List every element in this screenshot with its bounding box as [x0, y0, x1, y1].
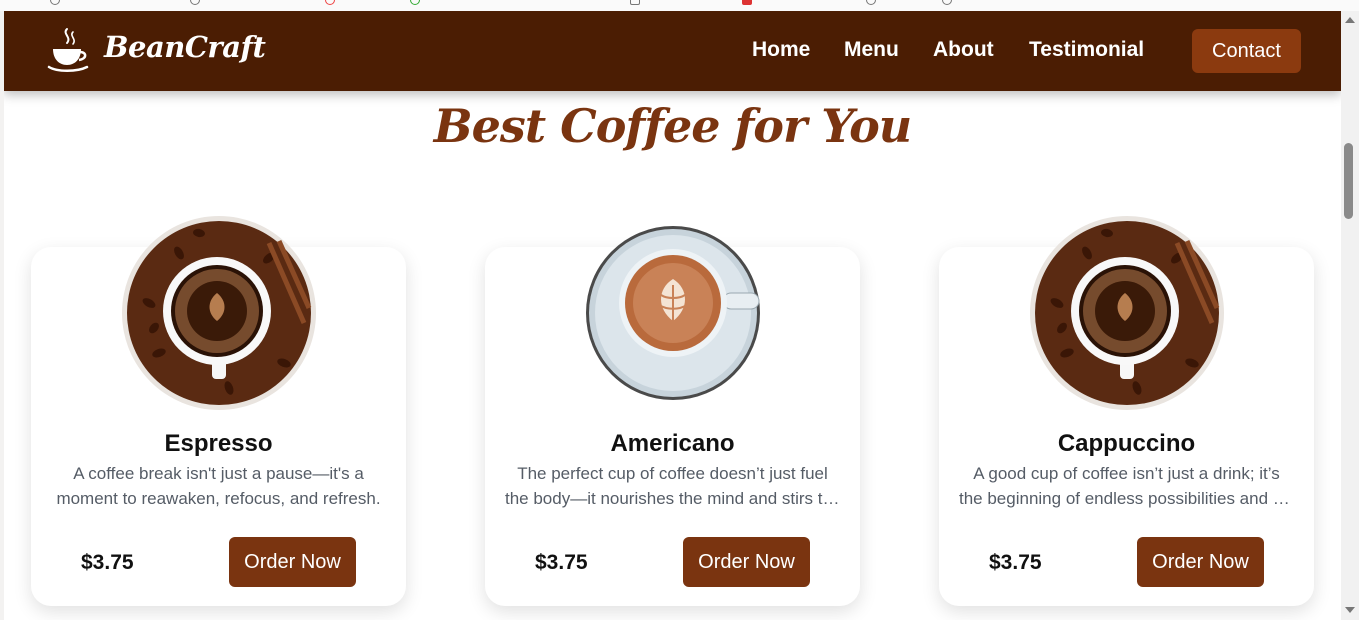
nav-link-home[interactable]: Home	[752, 38, 810, 62]
product-card-americano: Americano The perfect cup of coffee does…	[485, 226, 860, 606]
bookmark-icon[interactable]	[190, 0, 200, 5]
order-now-button[interactable]: Order Now	[1137, 537, 1264, 587]
product-price: $3.75	[81, 551, 134, 574]
product-description-line: The perfect cup of coffee doesn’t just f…	[517, 464, 828, 483]
product-card-cappuccino: Cappuccino A good cup of coffee isn’t ju…	[939, 216, 1314, 606]
product-description-line: A coffee break isn't just a pause—it's a	[73, 464, 364, 483]
nav-link-testimonial[interactable]: Testimonial	[1029, 38, 1144, 62]
section-title: Best Coffee for You	[433, 99, 912, 153]
vertical-scrollbar[interactable]	[1341, 11, 1359, 620]
latte-art-cup-icon	[573, 213, 773, 413]
page-viewport: BeanCraft Home Menu About Testimonial Co…	[4, 11, 1341, 620]
brand-logo-text[interactable]: BeanCraft	[104, 30, 266, 64]
bookmarks-bar	[0, 0, 1359, 11]
bookmark-icon[interactable]	[742, 0, 752, 5]
coffee-cup-icon[interactable]	[47, 27, 89, 75]
coffee-beans-cup-icon	[119, 213, 319, 413]
product-price: $3.75	[535, 551, 588, 574]
product-description: A good cup of coffee isn’t just a drink;…	[959, 461, 1294, 511]
bookmark-icon[interactable]	[325, 0, 335, 5]
navbar: BeanCraft Home Menu About Testimonial Co…	[4, 11, 1341, 91]
product-name: Cappuccino	[1057, 430, 1196, 457]
bookmark-icon[interactable]	[410, 0, 420, 5]
product-description-line: A good cup of coffee isn’t just a drink;…	[973, 464, 1280, 483]
bookmark-icon[interactable]	[630, 0, 640, 5]
product-description-line: the body—it nourishes the mind and stirs…	[505, 489, 840, 508]
scrollbar-thumb[interactable]	[1344, 143, 1353, 219]
order-now-button[interactable]: Order Now	[683, 537, 810, 587]
nav-link-menu[interactable]: Menu	[844, 38, 899, 62]
product-price: $3.75	[989, 551, 1042, 574]
scroll-up-arrow-icon[interactable]	[1345, 17, 1355, 23]
product-description: A coffee break isn't just a pause—it's a…	[51, 461, 386, 511]
product-description-line: moment to reawaken, refocus, and refresh…	[56, 489, 381, 508]
product-name: Americano	[610, 430, 735, 457]
contact-button[interactable]: Contact	[1192, 29, 1301, 73]
product-description-line: the beginning of endless possibilities a…	[959, 489, 1294, 508]
bookmark-icon[interactable]	[942, 0, 952, 5]
product-card-espresso: Espresso A coffee break isn't just a pau…	[31, 216, 406, 606]
nav-link-about[interactable]: About	[933, 38, 994, 62]
scroll-down-arrow-icon[interactable]	[1345, 607, 1355, 613]
bookmark-icon[interactable]	[50, 0, 60, 5]
product-name: Espresso	[164, 430, 273, 457]
coffee-beans-cup-icon	[1027, 213, 1227, 413]
bookmark-icon[interactable]	[866, 0, 876, 5]
product-description: The perfect cup of coffee doesn’t just f…	[505, 461, 840, 511]
order-now-button[interactable]: Order Now	[229, 537, 356, 587]
